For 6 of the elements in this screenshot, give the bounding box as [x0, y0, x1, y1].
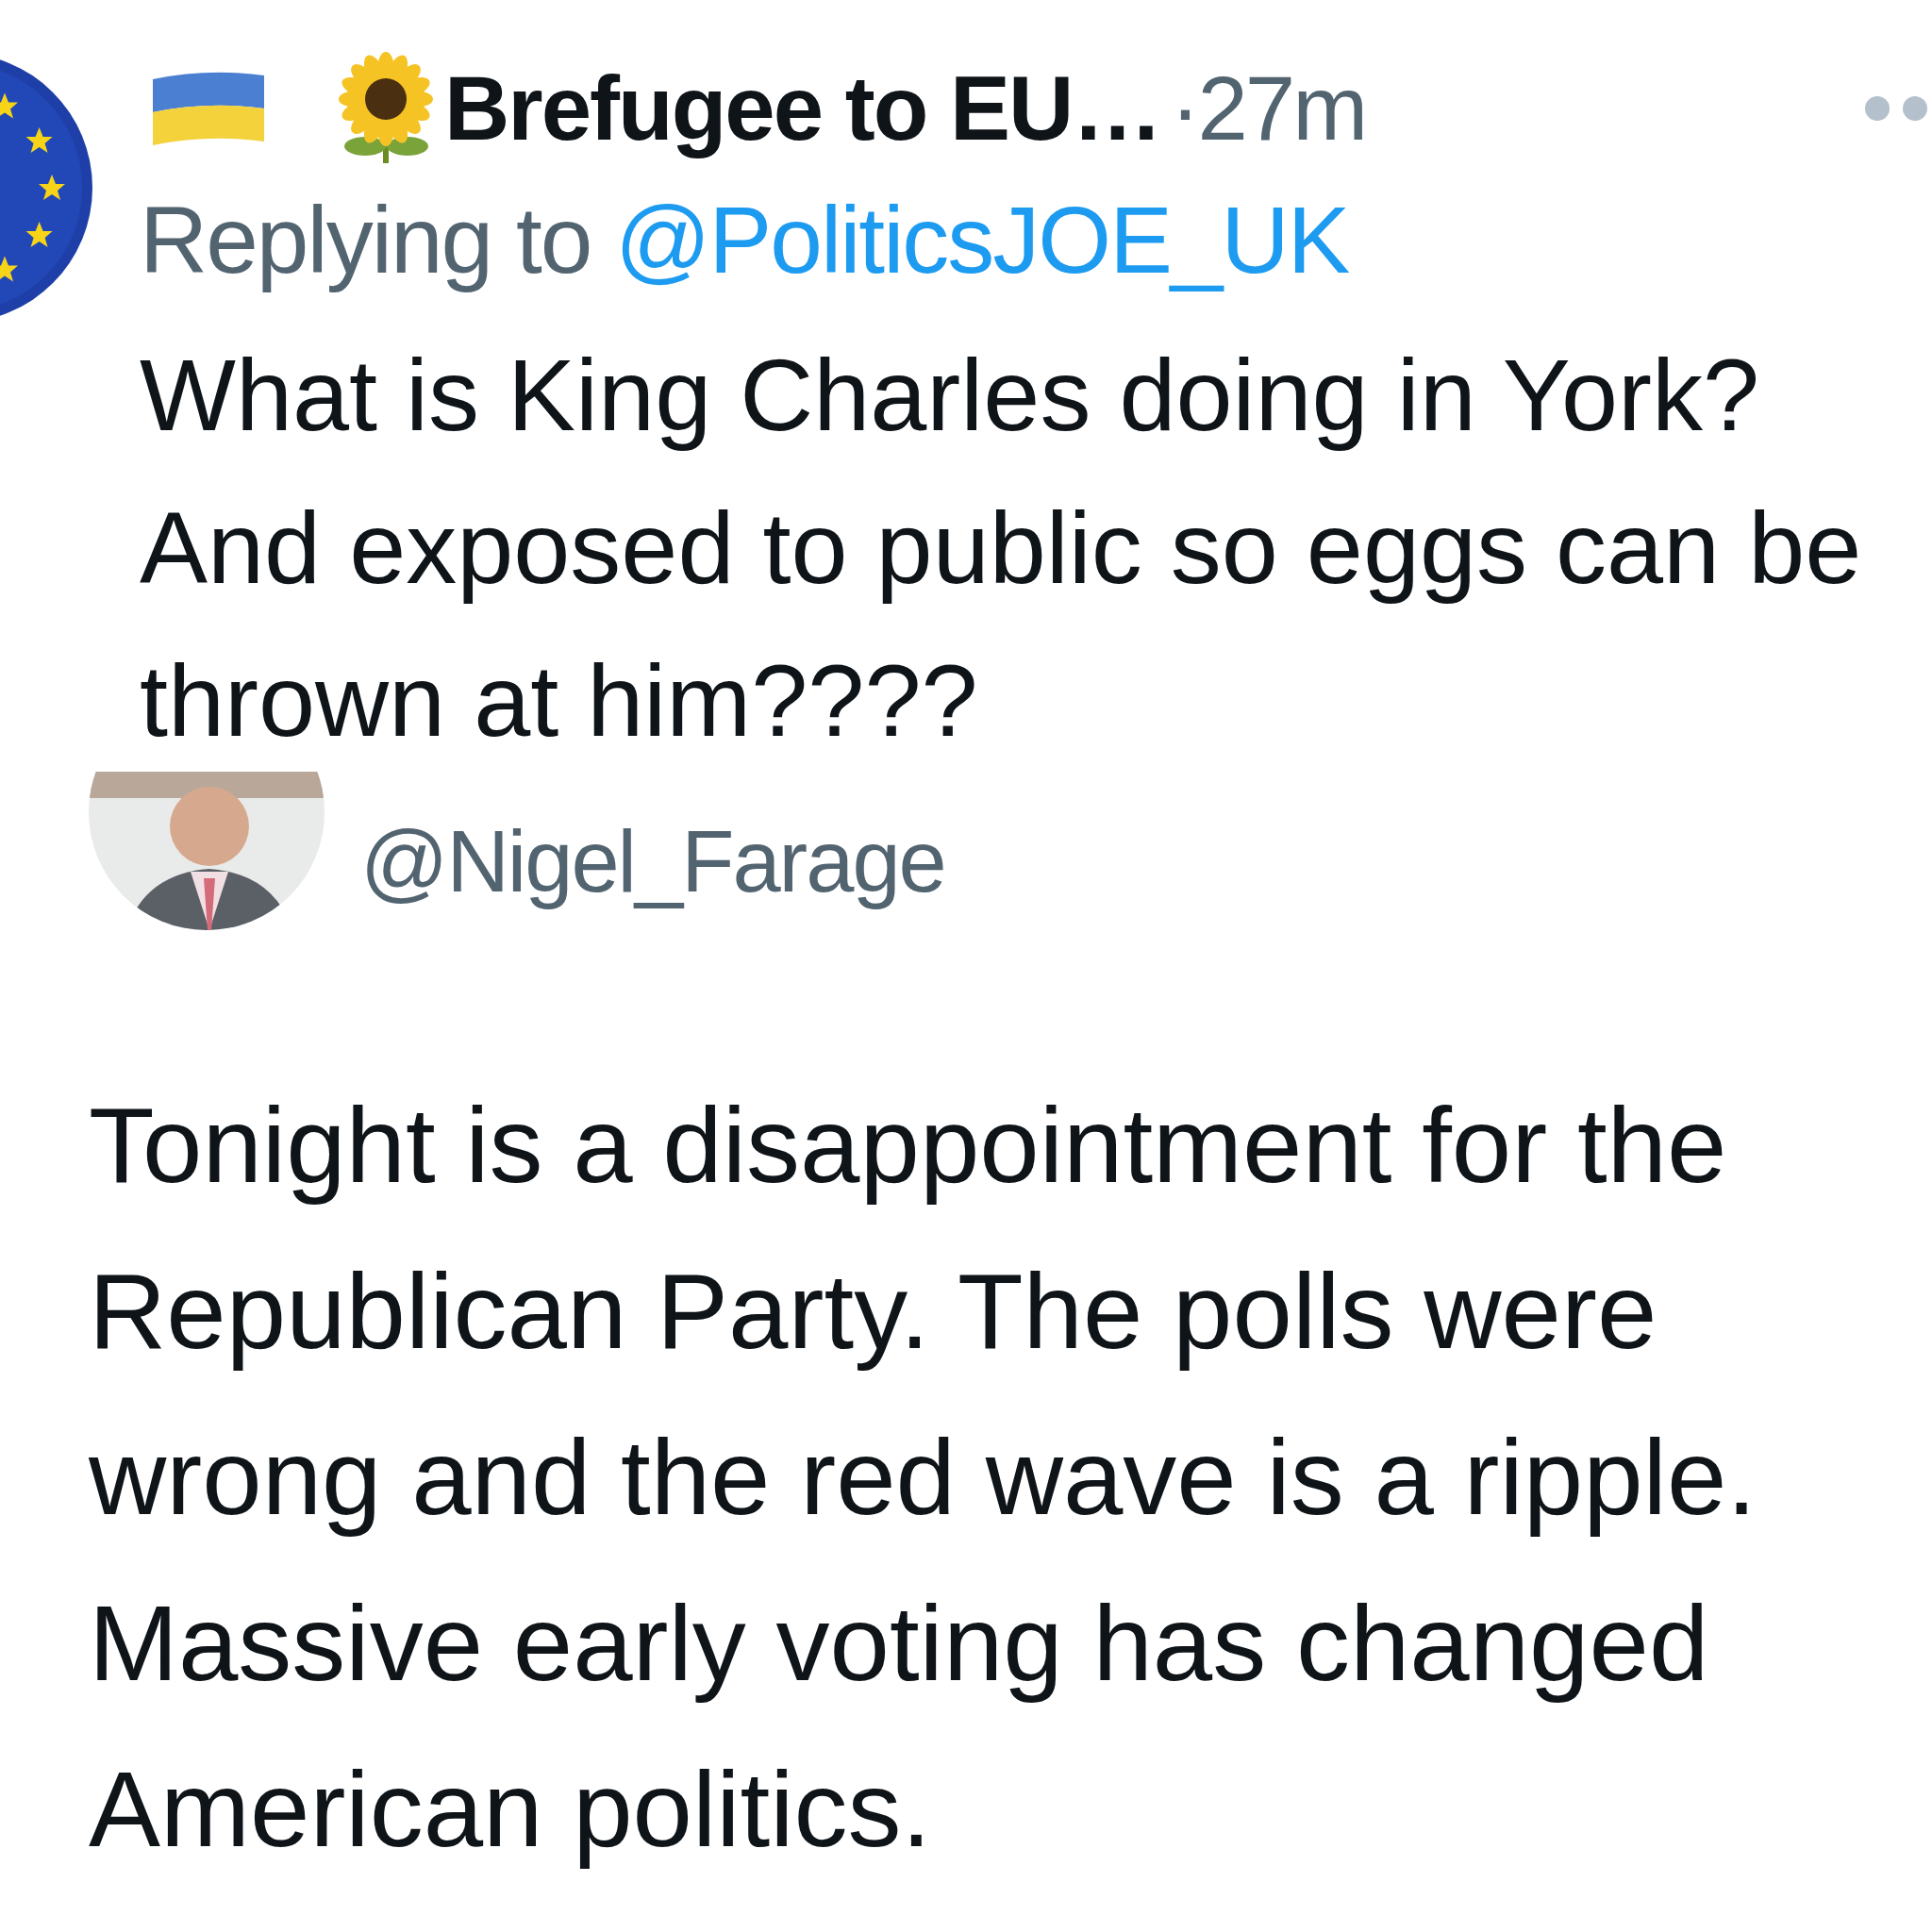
quoted-tweet-text: Tonight is a disappointment for the Republican Party. The polls were wrong and the red wave is a ripple. Massive early voting has changed American politics.	[89, 1084, 1757, 1871]
tweet-time: ·27m	[1170, 57, 1366, 160]
author-name[interactable]: Brefugee to EU…	[444, 57, 1161, 160]
author-handle[interactable]: @Nigel_Farage	[360, 812, 945, 911]
replying-to-text: Replying to @PoliticsJOE_UK	[140, 186, 1350, 294]
tweet-text: What is King Charles doing in York? And exposed to public so eggs can be thrown at him????	[140, 337, 1863, 759]
